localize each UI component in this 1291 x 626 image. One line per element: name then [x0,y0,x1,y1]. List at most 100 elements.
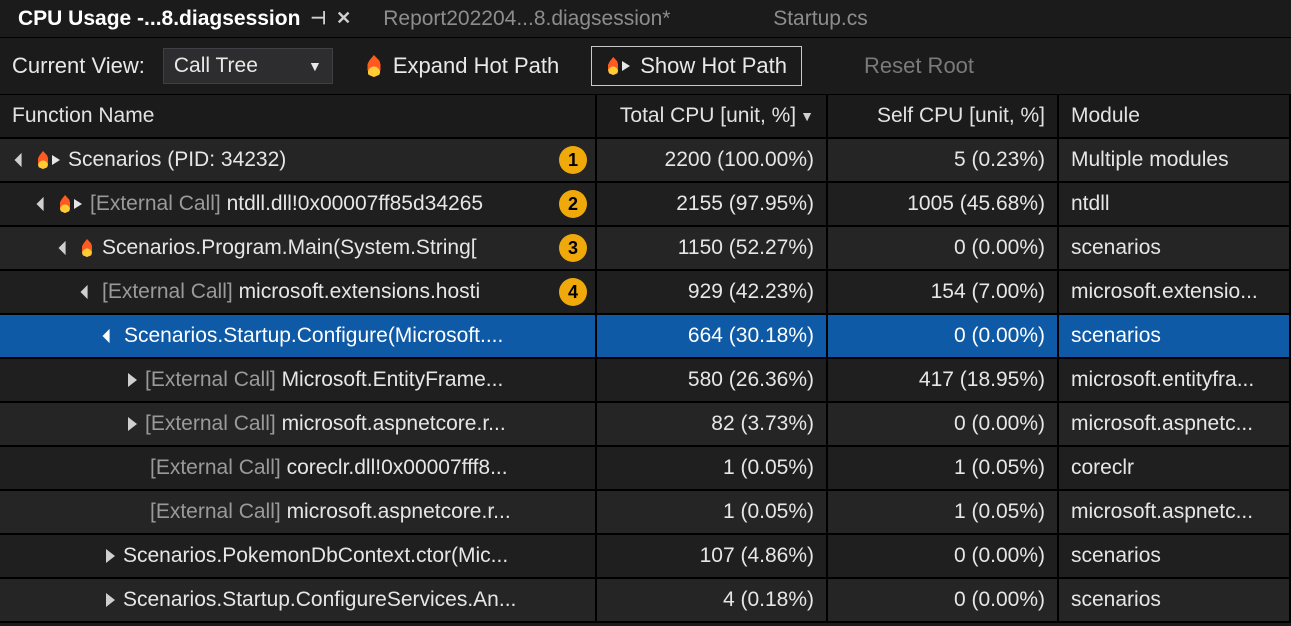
cell-module: coreclr [1059,447,1291,489]
flame-arrow-icon [606,57,630,75]
sort-desc-icon: ▼ [800,108,814,124]
cell-self-cpu: 1 (0.05%) [828,491,1059,533]
cell-function-name: [External Call] Microsoft.EntityFrame... [0,359,597,401]
tab-report[interactable]: Report202204...8.diagsession* [365,0,755,37]
col-label: Module [1071,104,1140,128]
table-row[interactable]: [External Call] microsoft.aspnetcore.r..… [0,491,1291,535]
callout-badge: 1 [559,146,587,174]
collapse-icon[interactable] [81,285,95,299]
table-row[interactable]: [External Call] coreclr.dll!0x00007fff8.… [0,447,1291,491]
hot-path-icon [58,195,82,213]
table-row[interactable]: Scenarios.Program.Main(System.String[311… [0,227,1291,271]
expand-icon[interactable] [106,593,115,607]
tab-label: Report202204...8.diagsession* [383,7,670,31]
collapse-icon[interactable] [37,197,51,211]
cell-self-cpu: 1 (0.05%) [828,447,1059,489]
cell-module: ntdll [1059,183,1291,225]
cell-total-cpu: 2155 (97.95%) [597,183,828,225]
cell-module: scenarios [1059,535,1291,577]
cell-function-name: [External Call] microsoft.aspnetcore.r..… [0,491,597,533]
table-row[interactable]: Scenarios (PID: 34232) 1 2200 (100.00%)5 (… [0,139,1291,183]
callout-badge: 4 [559,278,587,306]
grid-header: Function Name Total CPU [unit, %] ▼ Self… [0,95,1291,139]
current-view-label: Current View: [12,53,145,79]
button-label: Expand Hot Path [393,53,559,79]
view-select[interactable]: Call Tree ▼ [163,48,333,84]
cell-function-name: Scenarios.Program.Main(System.String[ 3 [0,227,597,269]
cell-self-cpu: 5 (0.23%) [828,139,1059,181]
col-module[interactable]: Module [1059,95,1291,137]
expand-hot-path-button[interactable]: Expand Hot Path [351,46,573,86]
expand-icon[interactable] [106,549,115,563]
table-row[interactable]: Scenarios.PokemonDbContext.ctor(Mic... 10… [0,535,1291,579]
cell-function-name: Scenarios (PID: 34232) 1 [0,139,597,181]
cell-self-cpu: 154 (7.00%) [828,271,1059,313]
cell-function-name: Scenarios.Startup.ConfigureServices.An..… [0,579,597,621]
cell-self-cpu: 1005 (45.68%) [828,183,1059,225]
table-row[interactable]: Scenarios.Startup.ConfigureServices.An..… [0,579,1291,623]
cell-total-cpu: 1 (0.05%) [597,447,828,489]
col-self-cpu[interactable]: Self CPU [unit, %] [828,95,1059,137]
cell-function-name: Scenarios.Startup.Configure(Microsoft...… [0,315,597,357]
reset-root-button[interactable]: Reset Root [850,46,988,86]
show-hot-path-button[interactable]: Show Hot Path [591,46,802,86]
cell-module: microsoft.aspnetc... [1059,491,1291,533]
cell-module: microsoft.extensio... [1059,271,1291,313]
grid-body: Scenarios (PID: 34232) 1 2200 (100.00%)5 (… [0,139,1291,623]
view-select-value: Call Tree [174,54,258,78]
pin-icon[interactable]: ⊣ [310,8,326,29]
cell-total-cpu: 107 (4.86%) [597,535,828,577]
close-icon[interactable]: ✕ [336,8,351,29]
function-name: Scenarios.Program.Main(System.String[ [102,236,551,260]
cell-self-cpu: 0 (0.00%) [828,315,1059,357]
function-name: Scenarios.Startup.Configure(Microsoft...… [124,324,589,348]
table-row[interactable]: [External Call] Microsoft.EntityFrame...… [0,359,1291,403]
table-row[interactable]: [External Call] microsoft.extensions.hos… [0,271,1291,315]
cell-total-cpu: 929 (42.23%) [597,271,828,313]
cell-module: scenarios [1059,579,1291,621]
col-label: Function Name [12,104,154,128]
table-row[interactable]: [External Call] ntdll.dll!0x00007ff85d34… [0,183,1291,227]
cell-total-cpu: 1 (0.05%) [597,491,828,533]
function-name: Scenarios (PID: 34232) [68,148,551,172]
cell-self-cpu: 0 (0.00%) [828,535,1059,577]
tab-label: Startup.cs [773,7,868,31]
call-tree-grid: Function Name Total CPU [unit, %] ▼ Self… [0,94,1291,623]
cell-total-cpu: 664 (30.18%) [597,315,828,357]
flame-icon [365,55,383,77]
function-name: [External Call] Microsoft.EntityFrame... [145,368,589,392]
col-label: Total CPU [unit, %] [620,104,796,128]
cell-function-name: [External Call] microsoft.aspnetcore.r..… [0,403,597,445]
collapse-icon[interactable] [59,241,73,255]
button-label: Reset Root [864,53,974,79]
expand-icon[interactable] [128,373,137,387]
cell-total-cpu: 2200 (100.00%) [597,139,828,181]
cell-self-cpu: 417 (18.95%) [828,359,1059,401]
cell-total-cpu: 580 (26.36%) [597,359,828,401]
tab-label: CPU Usage -...8.diagsession [18,7,300,31]
function-name: Scenarios.PokemonDbContext.ctor(Mic... [123,544,589,568]
tab-startup[interactable]: Startup.cs [755,0,882,37]
table-row[interactable]: Scenarios.Startup.Configure(Microsoft...… [0,315,1291,359]
table-row[interactable]: [External Call] microsoft.aspnetcore.r..… [0,403,1291,447]
col-function-name[interactable]: Function Name [0,95,597,137]
cell-self-cpu: 0 (0.00%) [828,227,1059,269]
cell-function-name: Scenarios.PokemonDbContext.ctor(Mic... [0,535,597,577]
callout-badge: 3 [559,234,587,262]
cell-module: Multiple modules [1059,139,1291,181]
col-total-cpu[interactable]: Total CPU [unit, %] ▼ [597,95,828,137]
cell-module: scenarios [1059,227,1291,269]
collapse-icon[interactable] [103,329,117,343]
cell-module: microsoft.entityfra... [1059,359,1291,401]
cell-function-name: [External Call] microsoft.extensions.hos… [0,271,597,313]
cell-module: scenarios [1059,315,1291,357]
chevron-down-icon: ▼ [308,58,322,74]
tab-strip: CPU Usage -...8.diagsession ⊣ ✕ Report20… [0,0,1291,38]
hot-path-icon [36,151,60,169]
cell-function-name: [External Call] ntdll.dll!0x00007ff85d34… [0,183,597,225]
cell-self-cpu: 0 (0.00%) [828,403,1059,445]
collapse-icon[interactable] [15,153,29,167]
expand-icon[interactable] [128,417,137,431]
function-name: [External Call] microsoft.aspnetcore.r..… [145,412,589,436]
tab-cpu-usage[interactable]: CPU Usage -...8.diagsession ⊣ ✕ [0,0,365,37]
